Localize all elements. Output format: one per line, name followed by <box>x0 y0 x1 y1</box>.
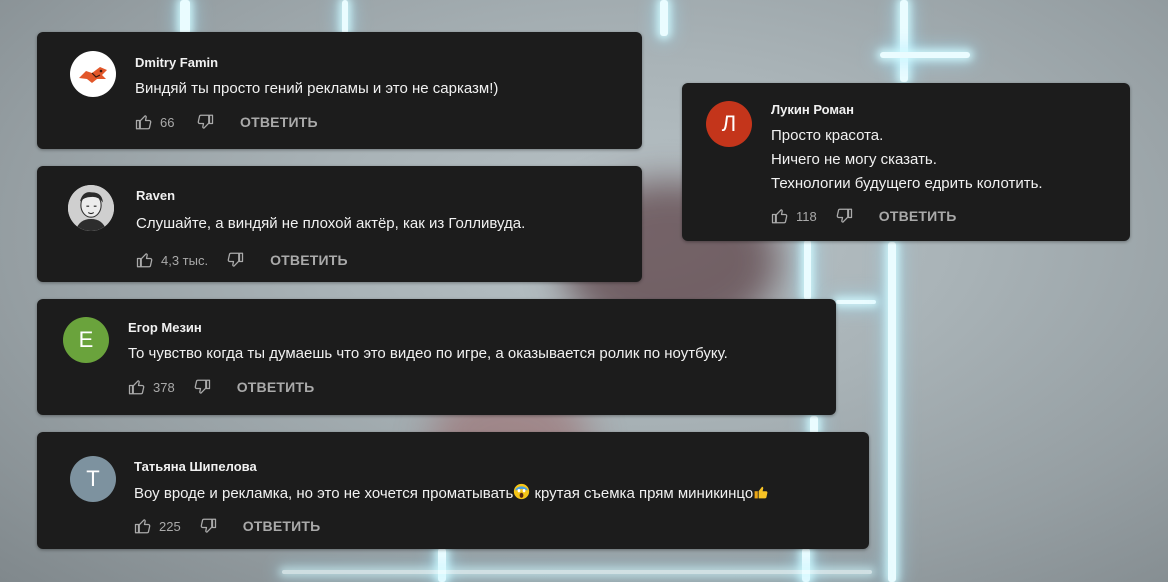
comment-text: Виндяй ты просто гений рекламы и это не … <box>135 80 499 97</box>
comment-author[interactable]: Егор Мезин <box>128 320 202 335</box>
comment-text: Воу вроде и рекламка, но это не хочется … <box>134 482 769 508</box>
reply-button[interactable]: ОТВЕТИТЬ <box>270 252 348 268</box>
comment-text-line: Технологии будущего едрить колотить. <box>771 175 1043 192</box>
like-icon[interactable] <box>771 207 789 225</box>
portrait-photo-avatar[interactable] <box>68 185 114 231</box>
comment-card: Dmitry Famin Виндяй ты просто гений рекл… <box>37 32 642 149</box>
avatar[interactable]: Т <box>70 456 116 502</box>
avatar-letter: Л <box>721 111 737 136</box>
reply-button[interactable]: ОТВЕТИТЬ <box>240 114 318 130</box>
comment-card: Т Татьяна Шипелова Воу вроде и рекламка,… <box>37 432 869 549</box>
fox-logo-avatar[interactable] <box>70 51 116 97</box>
like-count: 66 <box>160 114 175 130</box>
like-count: 118 <box>796 208 817 224</box>
dislike-icon[interactable] <box>199 517 217 535</box>
like-count: 225 <box>159 518 181 534</box>
thumbs-up-emoji <box>753 484 769 508</box>
comment-author[interactable]: Татьяна Шипелова <box>134 459 257 474</box>
reply-button[interactable]: ОТВЕТИТЬ <box>237 379 315 395</box>
avatar-letter: Е <box>78 327 94 352</box>
like-count: 378 <box>153 379 175 395</box>
avatar-letter: Т <box>86 466 100 491</box>
avatar[interactable]: Е <box>63 317 109 363</box>
dislike-icon[interactable] <box>193 378 211 396</box>
comment-card: Raven Слушайте, а виндяй не плохой актёр… <box>37 166 642 282</box>
comment-author[interactable]: Лукин Роман <box>771 102 854 117</box>
comment-text-line: Просто красота. <box>771 127 884 144</box>
comment-text: То чувство когда ты думаешь что это виде… <box>128 345 728 362</box>
like-count: 4,3 тыс. <box>161 252 209 268</box>
comment-author[interactable]: Dmitry Famin <box>135 55 218 70</box>
comment-text: Слушайте, а виндяй не плохой актёр, как … <box>136 215 526 232</box>
dislike-icon[interactable] <box>226 251 244 269</box>
comment-author[interactable]: Raven <box>136 188 175 203</box>
reply-button[interactable]: ОТВЕТИТЬ <box>879 208 957 224</box>
like-icon[interactable] <box>128 378 146 396</box>
like-icon[interactable] <box>135 113 153 131</box>
comment-card: Е Егор Мезин То чувство когда ты думаешь… <box>37 299 836 415</box>
comment-text-part: Воу вроде и рекламка, но это не хочется … <box>134 485 514 502</box>
avatar[interactable]: Л <box>706 101 752 147</box>
comment-card: Л Лукин Роман Просто красота. Ничего не … <box>682 83 1130 241</box>
dislike-icon[interactable] <box>196 113 214 131</box>
comment-text-line: Ничего не могу сказать. <box>771 151 937 168</box>
like-icon[interactable] <box>134 517 152 535</box>
reply-button[interactable]: ОТВЕТИТЬ <box>243 518 321 534</box>
like-icon[interactable] <box>136 251 154 269</box>
comment-text-part: крутая съемка прям миникинцо <box>530 485 754 502</box>
screaming-face-emoji <box>513 483 530 508</box>
dislike-icon[interactable] <box>835 207 853 225</box>
